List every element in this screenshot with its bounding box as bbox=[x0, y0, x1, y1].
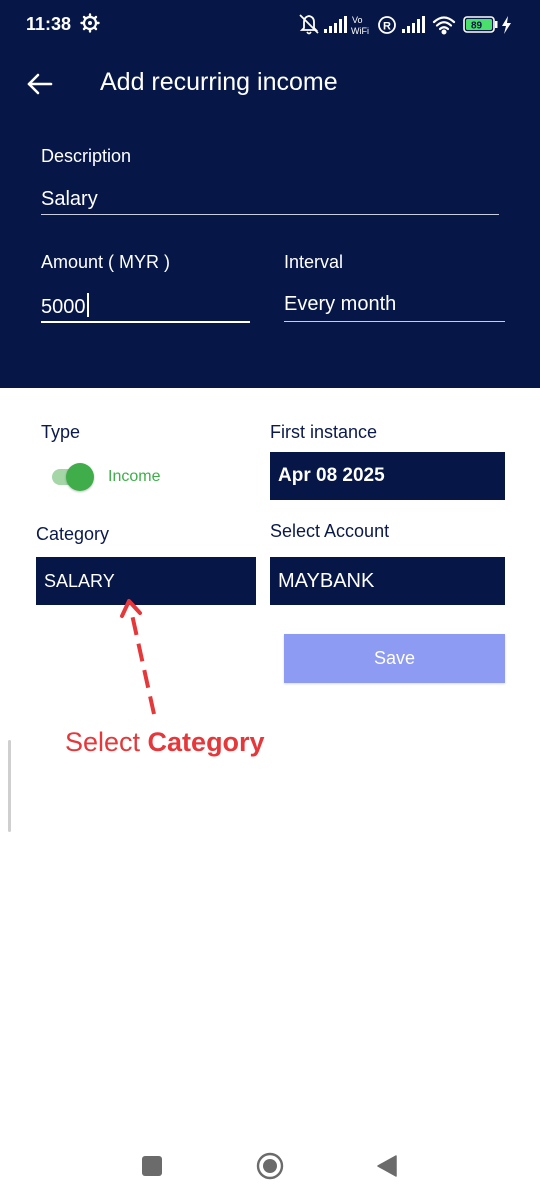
app-header: 11:38 Vo WiFi R 89 Add recurring income … bbox=[0, 0, 540, 388]
toggle-knob bbox=[66, 463, 94, 491]
battery-icon: 89 bbox=[463, 16, 498, 33]
account-select[interactable]: MAYBANK bbox=[270, 557, 505, 605]
description-input[interactable]: Salary bbox=[41, 188, 98, 211]
category-label: Category bbox=[36, 524, 110, 544]
svg-text:R: R bbox=[383, 21, 391, 33]
status-time: 11:38 bbox=[26, 14, 72, 34]
type-toggle[interactable] bbox=[50, 462, 96, 492]
interval-select[interactable]: Every month bbox=[284, 293, 396, 316]
annotation-prefix: Select bbox=[65, 727, 148, 757]
back-triangle-icon[interactable] bbox=[376, 1154, 398, 1178]
description-underline bbox=[41, 214, 499, 215]
roaming-icon: R bbox=[378, 16, 396, 34]
scroll-indicator[interactable] bbox=[8, 740, 11, 832]
annotation-text: Select Category bbox=[65, 727, 265, 758]
svg-text:Vo: Vo bbox=[352, 15, 363, 25]
recents-square-icon[interactable] bbox=[142, 1156, 162, 1176]
svg-text:WiFi: WiFi bbox=[351, 26, 369, 36]
interval-underline bbox=[284, 321, 505, 322]
arrow-left-icon[interactable] bbox=[26, 70, 54, 98]
wifi-icon bbox=[432, 16, 456, 35]
amount-underline bbox=[41, 321, 250, 323]
signal-icon bbox=[324, 16, 347, 33]
signal-icon bbox=[402, 16, 425, 33]
type-label: Type bbox=[41, 422, 81, 442]
status-icons: Vo WiFi R 89 bbox=[299, 14, 511, 36]
amount-value: 5000 bbox=[41, 296, 86, 318]
text-caret bbox=[86, 293, 89, 317]
amount-label: Amount ( MYR ) bbox=[41, 252, 171, 272]
bell-muted-icon bbox=[299, 14, 319, 35]
annotation-arrow-icon bbox=[120, 599, 156, 715]
page-title: Add recurring income bbox=[100, 68, 338, 96]
select-account-label: Select Account bbox=[270, 521, 390, 541]
home-circle-icon[interactable] bbox=[256, 1152, 284, 1180]
interval-label: Interval bbox=[284, 252, 344, 272]
save-button[interactable]: Save bbox=[284, 634, 505, 683]
type-toggle-label: Income bbox=[108, 468, 161, 485]
first-instance-date-picker[interactable]: Apr 08 2025 bbox=[270, 452, 505, 500]
status-bar: 11:38 Vo WiFi R 89 bbox=[0, 0, 540, 50]
description-label: Description bbox=[41, 146, 132, 166]
gear-icon bbox=[80, 13, 100, 33]
annotation-bold: Category bbox=[147, 727, 265, 757]
first-instance-label: First instance bbox=[270, 422, 378, 442]
volte-icon: Vo WiFi bbox=[351, 15, 369, 36]
charging-icon bbox=[502, 16, 511, 34]
amount-input[interactable]: 5000 bbox=[41, 293, 89, 319]
navigation-bar bbox=[0, 1140, 540, 1200]
svg-text:89: 89 bbox=[471, 21, 483, 32]
